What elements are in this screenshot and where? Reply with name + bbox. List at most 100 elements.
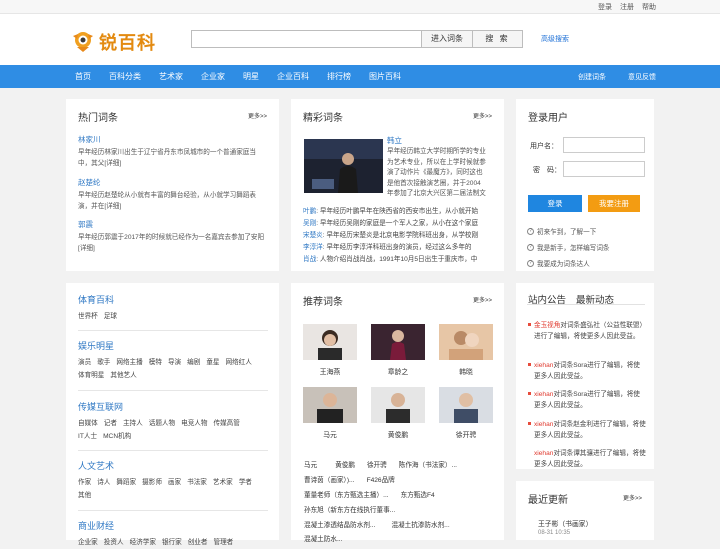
recommend-link[interactable]: 曹诗茵（画家）)...: [304, 477, 355, 484]
category-tag[interactable]: 银行家: [162, 536, 182, 549]
category-tag[interactable]: 童星: [206, 356, 219, 369]
category-tag[interactable]: 经济学家: [130, 536, 156, 549]
nav-artists[interactable]: 艺术家: [159, 71, 183, 82]
create-entry-link[interactable]: 创建词条: [578, 72, 606, 82]
nav-entrepreneurs[interactable]: 企业家: [201, 71, 225, 82]
category-title[interactable]: 体育百科: [78, 294, 268, 306]
category-tag[interactable]: IT人士: [78, 430, 97, 443]
category-tag[interactable]: 传媒高管: [214, 417, 240, 430]
category-tag[interactable]: 导演: [168, 356, 181, 369]
recommend-link[interactable]: F426品牌: [367, 477, 395, 484]
username-field[interactable]: [563, 137, 645, 153]
featured-main-name[interactable]: 韩立: [387, 135, 402, 146]
login-button[interactable]: 登录: [528, 195, 582, 212]
featured-line-name[interactable]: 肖战: [303, 256, 316, 263]
category-title[interactable]: 传媒互联网: [78, 401, 268, 413]
tip-item[interactable]: ? 我是新手，怎样编写词条: [527, 242, 610, 252]
category-tag[interactable]: 体育明星: [78, 369, 104, 382]
enter-entry-button[interactable]: 进入词条: [421, 30, 473, 48]
category-tag[interactable]: 世界杯: [78, 310, 98, 323]
recommend-link[interactable]: 陈作海（书法家）...: [399, 462, 457, 469]
category-tag[interactable]: 学者: [239, 476, 252, 489]
site-logo[interactable]: 锐百科: [70, 29, 156, 55]
category-tag[interactable]: 主持人: [123, 417, 143, 430]
category-tag[interactable]: 话题人物: [149, 417, 175, 430]
category-tag[interactable]: 网络红人: [226, 356, 252, 369]
register-button[interactable]: 我要注册: [588, 195, 640, 212]
category-tag[interactable]: 记者: [104, 417, 117, 430]
featured-line-name[interactable]: 宋楚炎: [303, 232, 323, 239]
person-card[interactable]: 章龄之: [371, 324, 425, 376]
category-tag[interactable]: MCN机构: [103, 430, 131, 443]
recommend-more-link[interactable]: 更多>>: [473, 295, 492, 304]
category-tag[interactable]: 其他艺人: [110, 369, 136, 382]
category-tag[interactable]: 自媒体: [78, 417, 98, 430]
tip-item[interactable]: ? 初来乍到，了解一下: [527, 226, 596, 236]
search-input[interactable]: [191, 30, 421, 48]
recommend-link[interactable]: 马元: [304, 462, 317, 469]
featured-line-name[interactable]: 吴刚: [303, 220, 316, 227]
register-link[interactable]: 注册: [620, 2, 634, 12]
category-title[interactable]: 娱乐明星: [78, 340, 268, 352]
category-tag[interactable]: 诗人: [97, 476, 110, 489]
recommend-link[interactable]: 东方甄选F4: [401, 492, 435, 499]
nav-stars[interactable]: 明星: [243, 71, 259, 82]
featured-more-link[interactable]: 更多>>: [473, 111, 492, 120]
category-tag[interactable]: 网络主播: [116, 356, 142, 369]
nav-companies[interactable]: 企业百科: [277, 71, 309, 82]
notice-user[interactable]: xiehan: [534, 391, 553, 398]
feedback-link[interactable]: 意见反馈: [628, 72, 656, 82]
featured-photo[interactable]: [304, 139, 383, 193]
recent-item[interactable]: 王子彬（书画家）: [538, 518, 592, 528]
hot-entry-name[interactable]: 赵楚纶: [78, 178, 268, 188]
category-tag[interactable]: 画家: [168, 476, 181, 489]
nav-rankings[interactable]: 排行榜: [327, 71, 351, 82]
category-tag[interactable]: 编剧: [187, 356, 200, 369]
category-tag[interactable]: 模特: [149, 356, 162, 369]
category-tag[interactable]: 作家: [78, 476, 91, 489]
recent-more-link[interactable]: 更多>>: [623, 493, 642, 502]
category-tag[interactable]: 管理者: [214, 536, 234, 549]
recommend-link[interactable]: 孙东旭（新东方在线执行董事...: [304, 507, 395, 514]
tip-item[interactable]: ? 我要成为词条达人: [527, 258, 590, 268]
category-tag[interactable]: 摄影师: [142, 476, 162, 489]
featured-line-name[interactable]: 叶鹏: [303, 208, 316, 215]
login-link[interactable]: 登录: [598, 2, 612, 12]
hot-more-link[interactable]: 更多>>: [248, 111, 267, 120]
person-card[interactable]: 马元: [303, 387, 357, 439]
recommend-link[interactable]: 黄俊鹏: [335, 462, 355, 469]
category-tag[interactable]: 创业者: [188, 536, 208, 549]
category-tag[interactable]: 企业家: [78, 536, 98, 549]
featured-line-name[interactable]: 李淳洋: [303, 244, 323, 251]
category-tag[interactable]: 演员: [78, 356, 91, 369]
recommend-link[interactable]: 董量老师（东方甄选主播）...: [304, 492, 389, 499]
person-card[interactable]: 韩晓: [439, 324, 493, 376]
notice-user[interactable]: xiehan: [534, 362, 553, 369]
notice-user[interactable]: 金玉视角: [534, 322, 560, 329]
notice-user[interactable]: xiehan: [534, 421, 553, 428]
hot-entry-name[interactable]: 郭震: [78, 220, 268, 230]
recommend-link[interactable]: 混凝土抗渗防水剂...: [391, 522, 449, 529]
recommend-link[interactable]: 混凝土渗透结晶防水剂...: [304, 522, 375, 529]
category-title[interactable]: 人文艺术: [78, 460, 268, 472]
advanced-search-link[interactable]: 高级搜索: [541, 34, 569, 44]
category-tag[interactable]: 电竞人物: [181, 417, 207, 430]
category-tag[interactable]: 歌手: [97, 356, 110, 369]
hot-entry-name[interactable]: 林家川: [78, 135, 268, 145]
recommend-link[interactable]: 徐开骋: [367, 462, 387, 469]
nav-images[interactable]: 图片百科: [369, 71, 401, 82]
help-link[interactable]: 帮助: [642, 2, 656, 12]
notice-user[interactable]: xiehan: [534, 450, 553, 457]
person-card[interactable]: 徐开骋: [439, 387, 493, 439]
category-tag[interactable]: 舞蹈家: [116, 476, 136, 489]
password-field[interactable]: [563, 161, 645, 177]
person-card[interactable]: 王海燕: [303, 324, 357, 376]
category-tag[interactable]: 足球: [104, 310, 117, 323]
search-button[interactable]: 搜 索: [473, 30, 523, 48]
category-tag[interactable]: 艺术家: [213, 476, 233, 489]
nav-home[interactable]: 首页: [75, 71, 91, 82]
nav-categories[interactable]: 百科分类: [109, 71, 141, 82]
person-card[interactable]: 黄俊鹏: [371, 387, 425, 439]
category-tag[interactable]: 投资人: [104, 536, 124, 549]
category-title[interactable]: 商业财经: [78, 520, 268, 532]
